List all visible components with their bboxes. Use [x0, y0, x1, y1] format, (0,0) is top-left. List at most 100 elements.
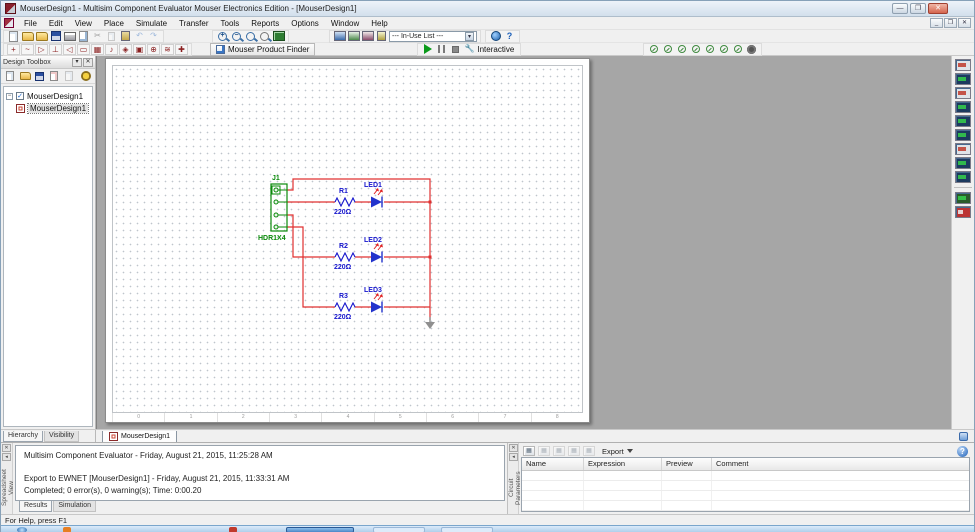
taskbar-active-app[interactable]	[286, 527, 354, 532]
add-parameter-icon[interactable]: ▦	[523, 446, 535, 456]
word-generator-icon[interactable]	[955, 157, 971, 169]
column-expression[interactable]: Expression	[584, 458, 662, 470]
menu-place[interactable]: Place	[98, 18, 130, 29]
restore-button[interactable]: ❐	[910, 3, 926, 14]
taskbar-app-icon[interactable]	[63, 527, 71, 532]
print-preview-icon[interactable]	[77, 31, 90, 42]
menu-file[interactable]: File	[18, 18, 43, 29]
tree-root-row[interactable]: − ✓ MouserDesign1	[6, 90, 90, 102]
led3[interactable]: LED3	[364, 287, 383, 313]
dock-expand-icon[interactable]: ◂	[509, 453, 518, 461]
place-cmos-icon[interactable]: ▦	[91, 44, 104, 55]
function-generator-icon[interactable]	[955, 73, 971, 85]
spreadsheet-view-icon[interactable]	[347, 31, 360, 42]
place-mixed-icon[interactable]: ◈	[119, 44, 132, 55]
taskbar-app-icon[interactable]	[229, 527, 237, 532]
probe-ref-icon[interactable]	[717, 44, 730, 55]
led1[interactable]: LED1	[364, 182, 383, 208]
menu-edit[interactable]: Edit	[43, 18, 69, 29]
parameters-table[interactable]: Name Expression Preview Comment	[521, 457, 970, 512]
menu-window[interactable]: Window	[325, 18, 365, 29]
wires[interactable]	[287, 179, 430, 320]
place-ttl-icon[interactable]: ▭	[77, 44, 90, 55]
redo-icon[interactable]: ↷	[147, 31, 160, 42]
led2[interactable]: LED2	[364, 237, 383, 263]
panel-close-icon[interactable]: ✕	[83, 58, 93, 67]
zoom-fit-icon[interactable]	[258, 31, 271, 42]
probe-voltage-icon[interactable]	[647, 44, 660, 55]
interactive-button[interactable]: Interactive	[477, 45, 517, 54]
place-transistor-icon[interactable]: ⊥	[49, 44, 62, 55]
place-source-icon[interactable]: +	[7, 44, 20, 55]
move-up-icon[interactable]: ▦	[553, 446, 565, 456]
place-rf-icon[interactable]: ≋	[161, 44, 174, 55]
stop-icon[interactable]	[449, 44, 462, 55]
place-basic-icon[interactable]: ~	[21, 44, 34, 55]
logic-analyzer-icon[interactable]	[955, 171, 971, 183]
place-misc-digital-icon[interactable]: ♪	[105, 44, 118, 55]
undo-icon[interactable]: ↶	[133, 31, 146, 42]
copy-icon[interactable]	[105, 31, 118, 42]
schematic-sheet[interactable]: 0 1 2 3 4 5 6 7 8	[105, 58, 590, 423]
probe-power-icon[interactable]	[675, 44, 688, 55]
tab-simulation[interactable]: Simulation	[53, 501, 96, 512]
schematic-canvas[interactable]: 0 1 2 3 4 5 6 7 8	[96, 56, 953, 429]
place-misc-icon[interactable]: ⊕	[147, 44, 160, 55]
interactive-wrench-icon[interactable]: 🔧	[463, 44, 476, 55]
menu-help[interactable]: Help	[365, 18, 393, 29]
breadboard-view-icon[interactable]	[333, 31, 346, 42]
help-icon[interactable]: ?	[503, 31, 516, 42]
dock-expand-icon[interactable]: ◂	[2, 453, 11, 461]
connector-j1[interactable]: J1 HDR1X4	[258, 175, 287, 242]
dropdown-arrow-icon[interactable]: ▾	[465, 32, 474, 41]
current-clamp-icon[interactable]	[955, 206, 971, 218]
panel-pin-icon[interactable]: ▾	[72, 58, 82, 67]
zoom-in-icon[interactable]: +	[216, 31, 229, 42]
dock-close-icon[interactable]: ✕	[509, 444, 518, 452]
probe-settings-icon[interactable]	[745, 44, 758, 55]
tab-scroll-icon[interactable]	[959, 432, 968, 441]
oscilloscope-icon[interactable]	[955, 101, 971, 113]
place-analog-icon[interactable]: ◁	[63, 44, 76, 55]
menu-view[interactable]: View	[69, 18, 98, 29]
refresh-icon[interactable]: ▦	[583, 446, 595, 456]
mdi-close-button[interactable]: ✕	[958, 18, 971, 28]
menu-transfer[interactable]: Transfer	[173, 18, 215, 29]
frequency-counter-icon[interactable]	[955, 143, 971, 155]
dock-close-icon[interactable]: ✕	[2, 444, 11, 452]
column-preview[interactable]: Preview	[662, 458, 712, 470]
hierarchy-icon[interactable]	[375, 31, 388, 42]
taskbar-app-button[interactable]	[373, 527, 425, 532]
toolbox-options-icon[interactable]	[79, 71, 92, 82]
toolbox-close-icon[interactable]	[48, 71, 61, 82]
open-sample-icon[interactable]	[35, 31, 48, 42]
start-orb-icon[interactable]	[17, 527, 27, 532]
toolbox-save-icon[interactable]	[33, 71, 46, 82]
mouser-product-finder-button[interactable]: Mouser Product Finder	[210, 43, 315, 56]
resistor-r3[interactable]: R3 220Ω	[334, 293, 355, 321]
tab-hierarchy[interactable]: Hierarchy	[3, 431, 43, 442]
tree-child-label[interactable]: MouserDesign1	[28, 104, 88, 113]
menu-tools[interactable]: Tools	[215, 18, 246, 29]
mdi-restore-button[interactable]: ❐	[944, 18, 957, 28]
resistor-r2[interactable]: R2 220Ω	[334, 243, 355, 271]
minimize-button[interactable]: —	[892, 3, 908, 14]
taskbar-app-button[interactable]	[441, 527, 493, 532]
pause-icon[interactable]	[435, 44, 448, 55]
tab-results[interactable]: Results	[19, 501, 52, 512]
save-icon[interactable]	[49, 31, 62, 42]
place-diode-icon[interactable]: ▷	[35, 44, 48, 55]
column-comment[interactable]: Comment	[712, 458, 969, 470]
close-button[interactable]: ✕	[928, 3, 948, 14]
print-icon[interactable]	[63, 31, 76, 42]
probe-digital-icon[interactable]	[731, 44, 744, 55]
toolbox-print-icon[interactable]	[63, 71, 76, 82]
menu-simulate[interactable]: Simulate	[130, 18, 173, 29]
wattmeter-icon[interactable]	[955, 87, 971, 99]
run-icon[interactable]	[421, 44, 434, 55]
place-electromechanical-icon[interactable]: ✚	[175, 44, 188, 55]
tree-root-label[interactable]: MouserDesign1	[27, 92, 83, 101]
toolbox-new-icon[interactable]	[4, 71, 17, 82]
tree-checkbox[interactable]: ✓	[16, 92, 24, 100]
wire-end-arrow-icon[interactable]	[425, 317, 435, 329]
